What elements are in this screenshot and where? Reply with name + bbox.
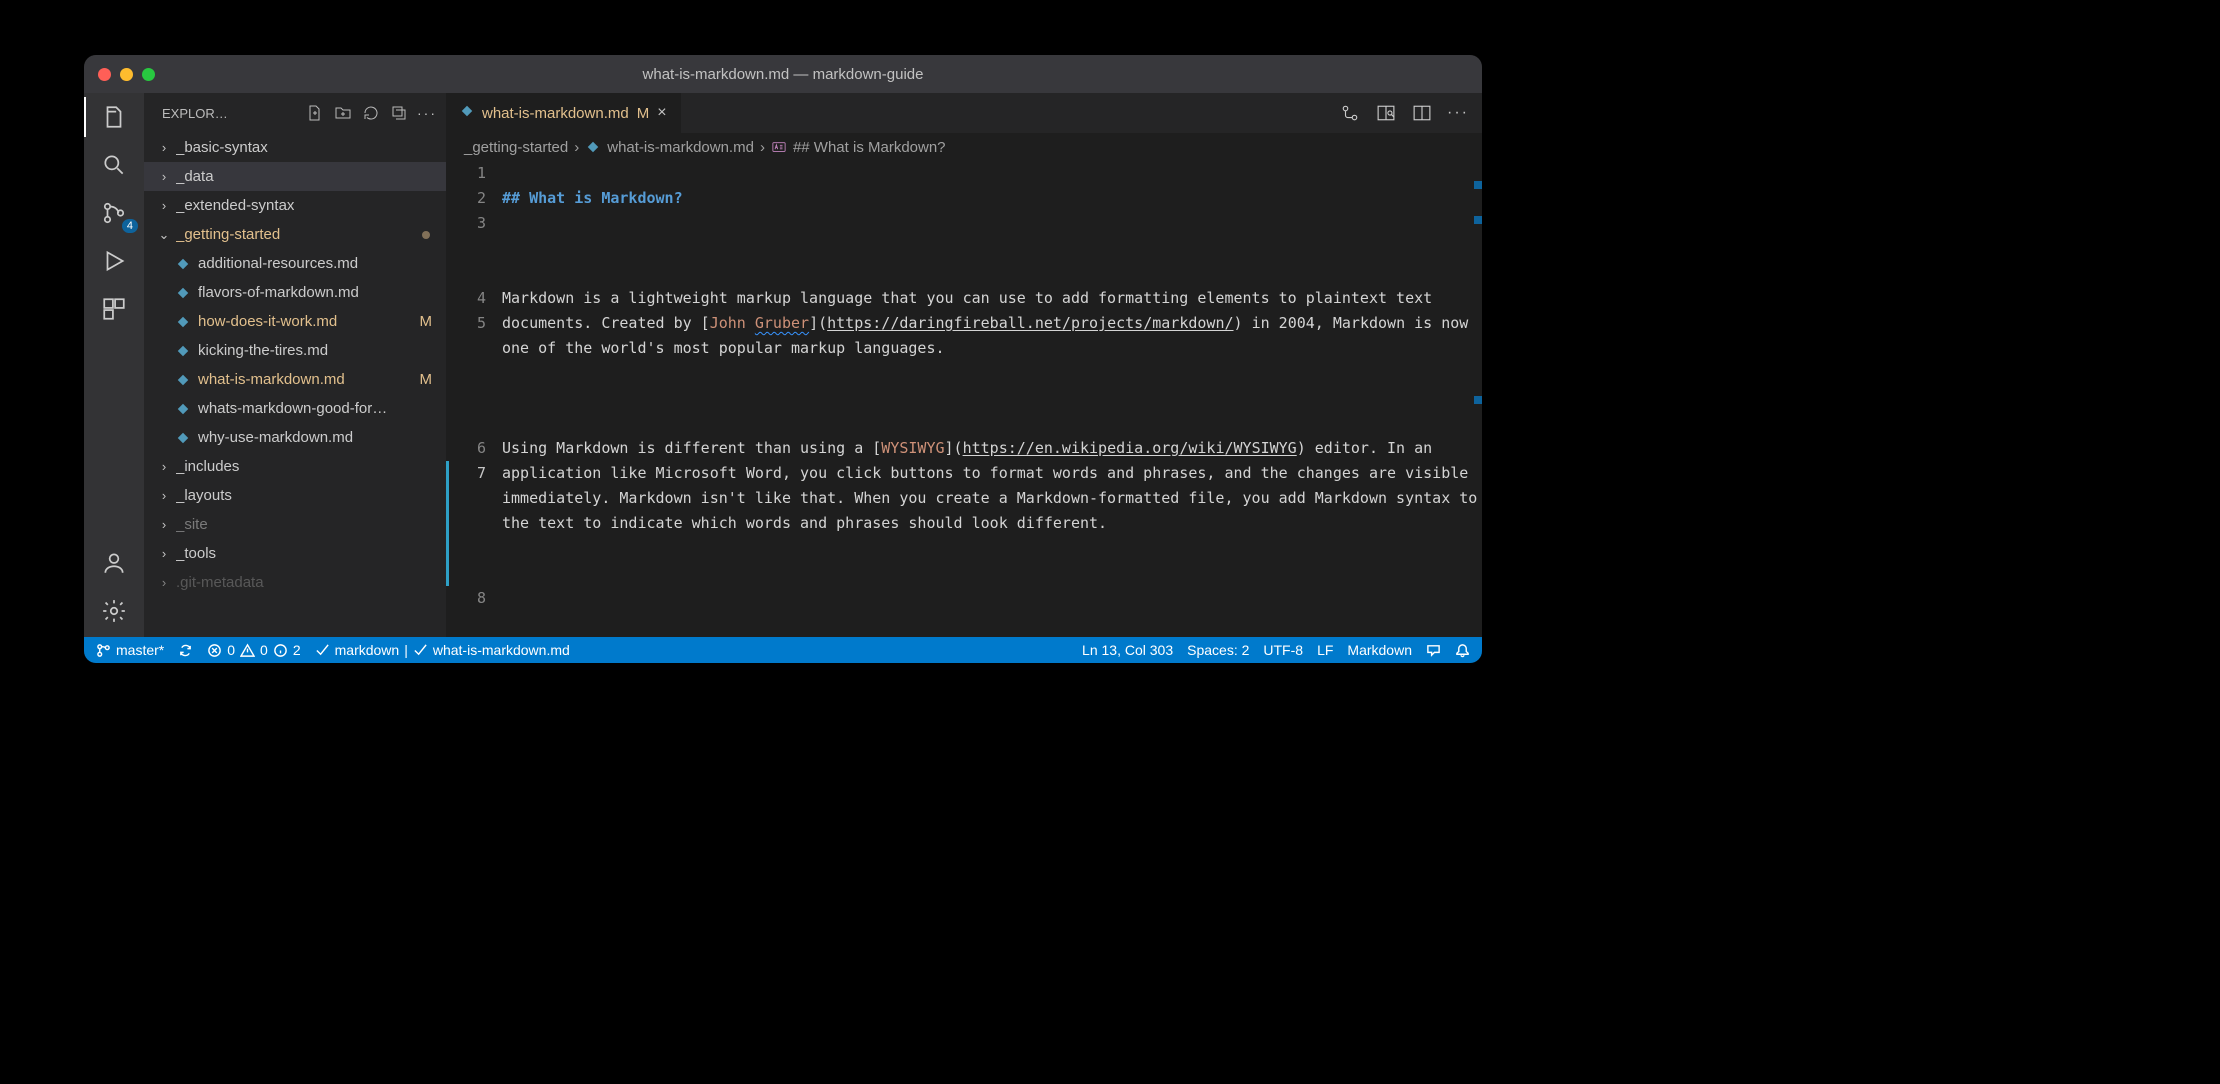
settings-activity-icon[interactable] xyxy=(100,597,128,625)
glyph-margin xyxy=(446,161,452,637)
breadcrumb-folder[interactable]: _getting-started xyxy=(464,139,568,156)
text-editor[interactable]: 1 2 3 4 5 6 7 8 ## What is Markdown? Mar… xyxy=(446,161,1482,637)
markdown-file-icon xyxy=(174,371,192,389)
status-encoding[interactable]: UTF-8 xyxy=(1263,642,1303,658)
status-eol[interactable]: LF xyxy=(1317,642,1333,658)
debug-activity-icon[interactable] xyxy=(100,247,128,275)
status-bar: master* 0 0 2 markdown | what-is-markdow… xyxy=(84,637,1482,663)
status-bell-icon[interactable] xyxy=(1455,643,1470,658)
close-tab-icon[interactable]: × xyxy=(657,104,666,122)
open-preview-icon[interactable] xyxy=(1376,103,1396,123)
explorer-activity-icon[interactable] xyxy=(100,103,128,131)
refresh-icon[interactable] xyxy=(360,102,382,124)
status-sync[interactable] xyxy=(178,643,193,658)
modified-dot-icon xyxy=(422,231,430,239)
folder-layouts[interactable]: › _layouts xyxy=(144,481,446,510)
gutter: 1 2 3 4 5 6 7 8 xyxy=(452,161,502,637)
chevron-right-icon: › xyxy=(574,139,579,156)
more-icon[interactable]: ··· xyxy=(416,102,438,124)
status-problems[interactable]: 0 0 2 xyxy=(207,642,300,658)
code-content[interactable]: ## What is Markdown? Markdown is a light… xyxy=(502,161,1482,637)
app-window: what-is-markdown.md — markdown-guide 4 xyxy=(84,55,1482,663)
scm-activity-icon[interactable]: 4 xyxy=(100,199,128,227)
chevron-right-icon: › xyxy=(156,575,172,590)
folder-getting-started[interactable]: ⌄ _getting-started xyxy=(144,220,446,249)
folder-data[interactable]: › _data xyxy=(144,162,446,191)
tab-modified-badge: M xyxy=(637,105,650,122)
chevron-right-icon: › xyxy=(156,169,172,184)
file-tree: › _basic-syntax › _data › _extended-synt… xyxy=(144,133,446,637)
chevron-right-icon: › xyxy=(156,459,172,474)
file-additional-resources[interactable]: additional-resources.md xyxy=(144,249,446,278)
new-file-icon[interactable] xyxy=(304,102,326,124)
folder-site[interactable]: › _site xyxy=(144,510,446,539)
status-language[interactable]: Markdown xyxy=(1347,642,1412,658)
activity-bar: 4 xyxy=(84,93,144,637)
scm-badge: 4 xyxy=(122,219,138,233)
tab-label: what-is-markdown.md xyxy=(482,105,629,122)
explorer-sidebar: EXPLOR… ··· › _basic-syntax › _data › xyxy=(144,93,446,637)
new-folder-icon[interactable] xyxy=(332,102,354,124)
status-checks[interactable]: markdown | what-is-markdown.md xyxy=(315,642,570,658)
search-activity-icon[interactable] xyxy=(100,151,128,179)
accounts-activity-icon[interactable] xyxy=(100,549,128,577)
folder-git-metadata[interactable]: › .git-metadata xyxy=(144,568,446,597)
compare-changes-icon[interactable] xyxy=(1340,103,1360,123)
more-actions-icon[interactable]: ··· xyxy=(1448,103,1468,123)
tab-what-is-markdown[interactable]: what-is-markdown.md M × xyxy=(446,93,682,133)
markdown-file-icon xyxy=(585,139,601,155)
file-how-does-it-work[interactable]: how-does-it-work.md M xyxy=(144,307,446,336)
extensions-activity-icon[interactable] xyxy=(100,295,128,323)
body: 4 EXPLOR… ··· xyxy=(84,93,1482,637)
folder-tools[interactable]: › _tools xyxy=(144,539,446,568)
zoom-button[interactable] xyxy=(142,68,155,81)
minimize-button[interactable] xyxy=(120,68,133,81)
file-kicking[interactable]: kicking-the-tires.md xyxy=(144,336,446,365)
markdown-file-icon xyxy=(174,255,192,273)
symbol-text-icon xyxy=(771,139,787,155)
file-what-is-markdown[interactable]: what-is-markdown.md M xyxy=(144,365,446,394)
markdown-file-icon xyxy=(174,284,192,302)
chevron-right-icon: › xyxy=(156,198,172,213)
status-feedback-icon[interactable] xyxy=(1426,643,1441,658)
file-whats-good-for[interactable]: whats-markdown-good-for… xyxy=(144,394,446,423)
status-lncol[interactable]: Ln 13, Col 303 xyxy=(1082,642,1173,658)
collapse-all-icon[interactable] xyxy=(388,102,410,124)
markdown-file-icon xyxy=(174,342,192,360)
chevron-right-icon: › xyxy=(760,139,765,156)
split-editor-icon[interactable] xyxy=(1412,103,1432,123)
titlebar[interactable]: what-is-markdown.md — markdown-guide xyxy=(84,55,1482,93)
file-why-use[interactable]: why-use-markdown.md xyxy=(144,423,446,452)
close-button[interactable] xyxy=(98,68,111,81)
editor-area: what-is-markdown.md M × ··· _getting-sta… xyxy=(446,93,1482,637)
chevron-right-icon: › xyxy=(156,140,172,155)
status-spaces[interactable]: Spaces: 2 xyxy=(1187,642,1249,658)
folder-extended-syntax[interactable]: › _extended-syntax xyxy=(144,191,446,220)
breadcrumbs[interactable]: _getting-started › what-is-markdown.md ›… xyxy=(446,133,1482,161)
markdown-file-icon xyxy=(174,400,192,418)
status-branch[interactable]: master* xyxy=(96,642,164,658)
sidebar-title: EXPLOR… xyxy=(162,106,298,121)
folder-basic-syntax[interactable]: › _basic-syntax xyxy=(144,133,446,162)
modified-badge: M xyxy=(420,313,433,330)
chevron-right-icon: › xyxy=(156,488,172,503)
window-title: what-is-markdown.md — markdown-guide xyxy=(84,66,1482,83)
breadcrumb-symbol[interactable]: ## What is Markdown? xyxy=(793,139,946,156)
file-flavors[interactable]: flavors-of-markdown.md xyxy=(144,278,446,307)
sidebar-header: EXPLOR… ··· xyxy=(144,93,446,133)
chevron-right-icon: › xyxy=(156,546,172,561)
markdown-file-icon xyxy=(174,429,192,447)
folder-includes[interactable]: › _includes xyxy=(144,452,446,481)
overview-ruler[interactable] xyxy=(1468,161,1482,637)
markdown-file-icon xyxy=(460,104,474,122)
chevron-down-icon: ⌄ xyxy=(156,227,172,243)
editor-tabs: what-is-markdown.md M × ··· xyxy=(446,93,1482,133)
markdown-file-icon xyxy=(174,313,192,331)
breadcrumb-file[interactable]: what-is-markdown.md xyxy=(607,139,754,156)
modified-badge: M xyxy=(420,371,433,388)
window-controls xyxy=(98,68,155,81)
chevron-right-icon: › xyxy=(156,517,172,532)
